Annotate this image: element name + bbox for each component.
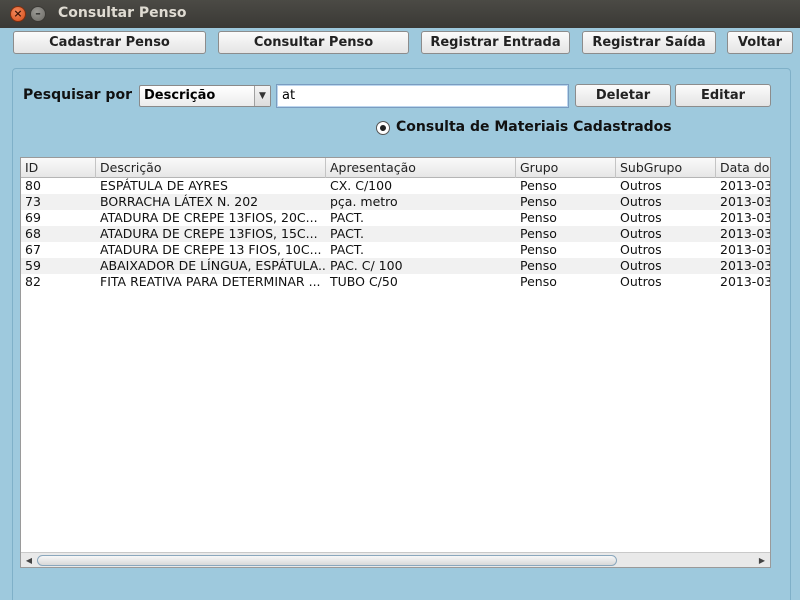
main-window: Cadastrar Penso Consultar Penso Registra… [0, 28, 800, 600]
chevron-down-icon: ▼ [254, 86, 270, 106]
cell-subgrupo: Outros [620, 242, 662, 257]
cell-id: 80 [25, 178, 41, 193]
search-by-label: Pesquisar por [23, 87, 132, 103]
title-bar: × – Consultar Penso [0, 0, 800, 28]
cell-subgrupo: Outros [620, 194, 662, 209]
window-title: Consultar Penso [58, 5, 187, 21]
cell-data: 2013-03 [720, 258, 771, 273]
delete-button[interactable]: Deletar [575, 84, 671, 107]
cell-subgrupo: Outros [620, 210, 662, 225]
table-row[interactable]: 73 BORRACHA LÁTEX N. 202 pça. metro Penso Ou… [21, 194, 771, 210]
search-input[interactable]: at [276, 84, 569, 108]
cell-subgrupo: Outros [620, 258, 662, 273]
cell-grupo: Penso [520, 178, 557, 193]
cell-apresentacao: CX. C/100 [330, 178, 393, 193]
cell-descricao: ATADURA DE CREPE 13 FIOS, 10C... [100, 242, 322, 257]
cell-data: 2013-03 [720, 210, 771, 225]
cell-grupo: Penso [520, 194, 557, 209]
column-header-data[interactable]: Data do [716, 158, 770, 178]
scroll-left-icon[interactable]: ◀ [22, 554, 36, 567]
cell-apresentacao: PAC. C/ 100 [330, 258, 403, 273]
minimize-icon: – [35, 7, 41, 20]
cell-data: 2013-03 [720, 178, 771, 193]
cell-id: 59 [25, 258, 41, 273]
cell-subgrupo: Outros [620, 178, 662, 193]
close-window-button[interactable]: × [10, 6, 26, 22]
column-header-grupo[interactable]: Grupo [516, 158, 616, 178]
radio-checked-indicator [380, 125, 386, 131]
column-header-apresentacao[interactable]: Apresentação [326, 158, 516, 178]
search-field-select[interactable]: Descrição ▼ [139, 85, 271, 107]
materials-query-label: Consulta de Materiais Cadastrados [396, 119, 672, 135]
cell-id: 82 [25, 274, 41, 289]
cell-id: 68 [25, 226, 41, 241]
cell-data: 2013-03 [720, 226, 771, 241]
cell-apresentacao: pça. metro [330, 194, 398, 209]
cell-id: 67 [25, 242, 41, 257]
cadastrar-penso-button[interactable]: Cadastrar Penso [13, 31, 206, 54]
cell-apresentacao: TUBO C/50 [330, 274, 398, 289]
table-row[interactable]: 80 ESPÁTULA DE AYRES CX. C/100 Penso Outros 2… [21, 178, 771, 194]
registrar-entrada-button[interactable]: Registrar Entrada [421, 31, 570, 54]
cell-subgrupo: Outros [620, 226, 662, 241]
cell-descricao: ESPÁTULA DE AYRES [100, 178, 228, 193]
materials-query-radio[interactable] [376, 121, 390, 135]
column-header-id[interactable]: ID [21, 158, 96, 178]
cell-data: 2013-03 [720, 274, 771, 289]
cell-apresentacao: PACT. [330, 242, 364, 257]
table-row[interactable]: 68 ATADURA DE CREPE 13FIOS, 15C... PACT. Pe… [21, 226, 771, 242]
column-header-descricao[interactable]: Descrição [96, 158, 326, 178]
table-header: ID Descrição Apresentação Grupo SubGrupo… [21, 158, 770, 178]
close-icon: × [13, 7, 23, 20]
registrar-saida-button[interactable]: Registrar Saída [582, 31, 716, 54]
scroll-thumb[interactable] [37, 555, 617, 566]
column-header-subgrupo[interactable]: SubGrupo [616, 158, 716, 178]
cell-id: 73 [25, 194, 41, 209]
minimize-window-button[interactable]: – [30, 6, 46, 22]
materials-table: ID Descrição Apresentação Grupo SubGrupo… [20, 157, 771, 568]
cell-grupo: Penso [520, 210, 557, 225]
table-row[interactable]: 59 ABAIXADOR DE LÍNGUA, ESPÁTULA... PAC. C… [21, 258, 771, 274]
cell-descricao: ATADURA DE CREPE 13FIOS, 15C... [100, 226, 318, 241]
cell-descricao: ABAIXADOR DE LÍNGUA, ESPÁTULA... [100, 258, 326, 273]
cell-grupo: Penso [520, 258, 557, 273]
cell-grupo: Penso [520, 226, 557, 241]
edit-button[interactable]: Editar [675, 84, 771, 107]
cell-grupo: Penso [520, 274, 557, 289]
cell-apresentacao: PACT. [330, 226, 364, 241]
cell-descricao: FITA REATIVA PARA DETERMINAR ... [100, 274, 321, 289]
cell-grupo: Penso [520, 242, 557, 257]
search-field-value: Descrição [144, 88, 216, 103]
cell-subgrupo: Outros [620, 274, 662, 289]
consultar-penso-button[interactable]: Consultar Penso [218, 31, 409, 54]
scroll-right-icon[interactable]: ▶ [755, 554, 769, 567]
table-row[interactable]: 82 FITA REATIVA PARA DETERMINAR ... TUBO C… [21, 274, 771, 290]
cell-descricao: BORRACHA LÁTEX N. 202 [100, 194, 259, 209]
cell-id: 69 [25, 210, 41, 225]
horizontal-scrollbar[interactable]: ◀ ▶ [21, 552, 770, 567]
cell-data: 2013-03 [720, 194, 771, 209]
table-row[interactable]: 67 ATADURA DE CREPE 13 FIOS, 10C... PACT. P… [21, 242, 771, 258]
voltar-button[interactable]: Voltar [727, 31, 793, 54]
cell-descricao: ATADURA DE CREPE 13FIOS, 20C... [100, 210, 318, 225]
cell-apresentacao: PACT. [330, 210, 364, 225]
scroll-track[interactable] [37, 555, 754, 566]
table-row[interactable]: 69 ATADURA DE CREPE 13FIOS, 20C... PACT. Pe… [21, 210, 771, 226]
cell-data: 2013-03 [720, 242, 771, 257]
